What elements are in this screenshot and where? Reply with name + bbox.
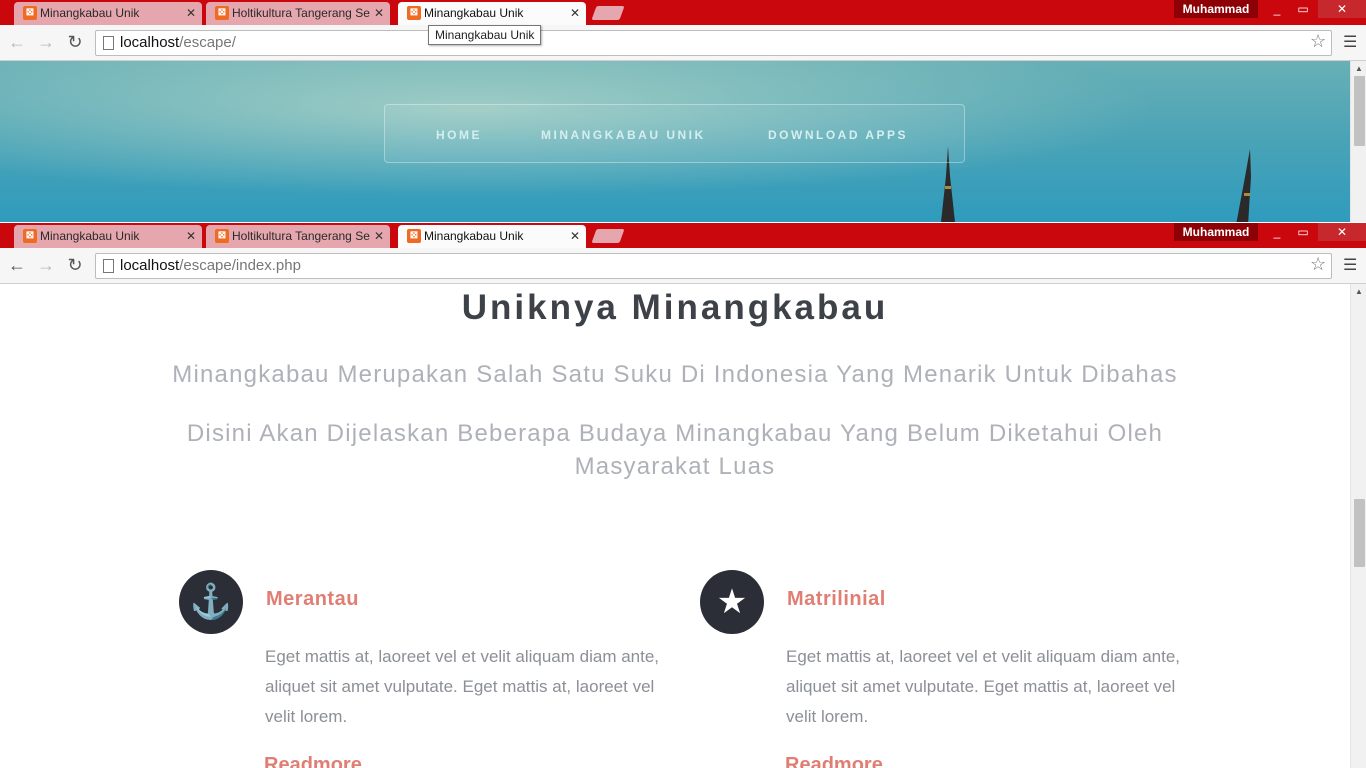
- forward-icon[interactable]: →: [36, 256, 56, 274]
- tab-title: Minangkabau Unik: [424, 6, 524, 20]
- close-window-button[interactable]: ✕: [1318, 223, 1366, 241]
- favicon-icon: ⊠: [407, 229, 421, 243]
- tab-bar: ⊠ Minangkabau Unik ✕ ⊠ Holtikultura Tang…: [0, 223, 1366, 248]
- close-tab-icon[interactable]: ✕: [374, 6, 384, 20]
- page-icon: [103, 259, 114, 273]
- nav-minangkabau-unik[interactable]: MINANGKABAU UNIK: [541, 128, 706, 142]
- close-tab-icon[interactable]: ✕: [186, 6, 196, 20]
- forward-icon[interactable]: →: [36, 33, 56, 51]
- address-bar[interactable]: localhost/escape/: [95, 30, 1332, 56]
- tab-2[interactable]: ⊠ Holtikultura Tangerang Se ✕: [206, 225, 390, 248]
- anchor-icon: ⚓: [179, 570, 243, 634]
- browser-toolbar: ← → ↻ localhost/escape/ ☆ ☰: [0, 25, 1366, 61]
- readmore-link[interactable]: Readmore: [785, 754, 883, 768]
- tab-title: Holtikultura Tangerang Se: [232, 6, 370, 20]
- tab-2[interactable]: ⊠ Holtikultura Tangerang Se ✕: [206, 2, 390, 25]
- profile-button[interactable]: Muhammad: [1174, 0, 1258, 18]
- feature-body-matrilinial: Eget mattis at, laoreet vel et velit ali…: [786, 647, 1181, 726]
- url-path: /escape/index.php: [179, 257, 301, 274]
- nav-home[interactable]: HOME: [436, 128, 482, 142]
- roof-spire-right: [1236, 149, 1251, 222]
- feature-title-matrilinial: Matrilinial: [787, 588, 886, 610]
- maximize-button[interactable]: ▭: [1292, 0, 1314, 18]
- back-icon[interactable]: ←: [7, 256, 27, 274]
- page-title: Uniknya Minangkabau: [461, 288, 889, 327]
- tab-title: Minangkabau Unik: [40, 229, 140, 243]
- tab-title: Minangkabau Unik: [40, 6, 140, 20]
- scroll-up-icon[interactable]: ▲: [1355, 287, 1363, 296]
- tab-bar: ⊠ Minangkabau Unik ✕ ⊠ Holtikultura Tang…: [0, 0, 1366, 25]
- page-icon: [103, 36, 114, 50]
- favicon-icon: ⊠: [23, 6, 37, 20]
- nav-menu: HOME MINANGKABAU UNIK DOWNLOAD APPS: [384, 104, 965, 163]
- new-tab-button[interactable]: [591, 6, 625, 20]
- intro-line-1: Minangkabau Merupakan Salah Satu Suku Di…: [172, 361, 1178, 388]
- scroll-up-icon[interactable]: ▲: [1355, 64, 1363, 73]
- feature-body-merantau: Eget mattis at, laoreet vel et velit ali…: [265, 647, 660, 726]
- scrollbar[interactable]: ▲: [1350, 284, 1366, 768]
- nav-download-apps[interactable]: DOWNLOAD APPS: [768, 128, 908, 142]
- feature-title-merantau: Merantau: [266, 588, 359, 610]
- tab-title: Minangkabau Unik: [424, 229, 524, 243]
- close-tab-icon[interactable]: ✕: [186, 229, 196, 243]
- browser-window-top: ⊠ Minangkabau Unik ✕ ⊠ Holtikultura Tang…: [0, 0, 1366, 222]
- url-path: /escape/: [179, 34, 236, 51]
- browser-toolbar: ← → ↻ localhost/escape/index.php ☆ ☰: [0, 248, 1366, 284]
- main-content: Uniknya Minangkabau Minangkabau Merupaka…: [0, 284, 1350, 768]
- reload-icon[interactable]: ↻: [65, 33, 85, 51]
- bookmark-star-icon[interactable]: ☆: [1310, 254, 1326, 275]
- favicon-icon: ⊠: [407, 6, 421, 20]
- favicon-icon: ⊠: [23, 229, 37, 243]
- tab-1[interactable]: ⊠ Minangkabau Unik ✕: [14, 225, 202, 248]
- star-icon: ★: [700, 570, 764, 634]
- maximize-button[interactable]: ▭: [1292, 223, 1314, 241]
- close-tab-icon[interactable]: ✕: [570, 6, 580, 20]
- scrollbar-thumb[interactable]: [1354, 499, 1365, 567]
- menu-icon[interactable]: ☰: [1343, 32, 1357, 52]
- bookmark-star-icon[interactable]: ☆: [1310, 31, 1326, 52]
- intro-line-2: Disini Akan Dijelaskan Beberapa Budaya M…: [186, 420, 1164, 480]
- hero-banner: HOME MINANGKABAU UNIK DOWNLOAD APPS: [0, 61, 1350, 222]
- tab-title: Holtikultura Tangerang Se: [232, 229, 370, 243]
- profile-button[interactable]: Muhammad: [1174, 223, 1258, 241]
- close-tab-icon[interactable]: ✕: [374, 229, 384, 243]
- scrollbar-thumb[interactable]: [1354, 76, 1365, 146]
- back-icon[interactable]: ←: [7, 33, 27, 51]
- favicon-icon: ⊠: [215, 229, 229, 243]
- tab-3[interactable]: ⊠ Minangkabau Unik ✕: [398, 2, 586, 25]
- tab-tooltip: Minangkabau Unik: [428, 25, 542, 45]
- minimize-button[interactable]: _: [1266, 0, 1288, 18]
- close-window-button[interactable]: ✕: [1318, 0, 1366, 18]
- tab-1[interactable]: ⊠ Minangkabau Unik ✕: [14, 2, 202, 25]
- readmore-link[interactable]: Readmore: [264, 754, 362, 768]
- favicon-icon: ⊠: [215, 6, 229, 20]
- url-host: localhost: [120, 257, 180, 274]
- minimize-button[interactable]: _: [1266, 223, 1288, 241]
- reload-icon[interactable]: ↻: [65, 256, 85, 274]
- close-tab-icon[interactable]: ✕: [570, 229, 580, 243]
- url-host: localhost: [120, 34, 180, 51]
- address-bar[interactable]: localhost/escape/index.php: [95, 253, 1332, 279]
- tab-3[interactable]: ⊠ Minangkabau Unik ✕: [398, 225, 586, 248]
- scrollbar[interactable]: ▲: [1350, 61, 1366, 222]
- menu-icon[interactable]: ☰: [1343, 255, 1357, 275]
- new-tab-button[interactable]: [591, 229, 625, 243]
